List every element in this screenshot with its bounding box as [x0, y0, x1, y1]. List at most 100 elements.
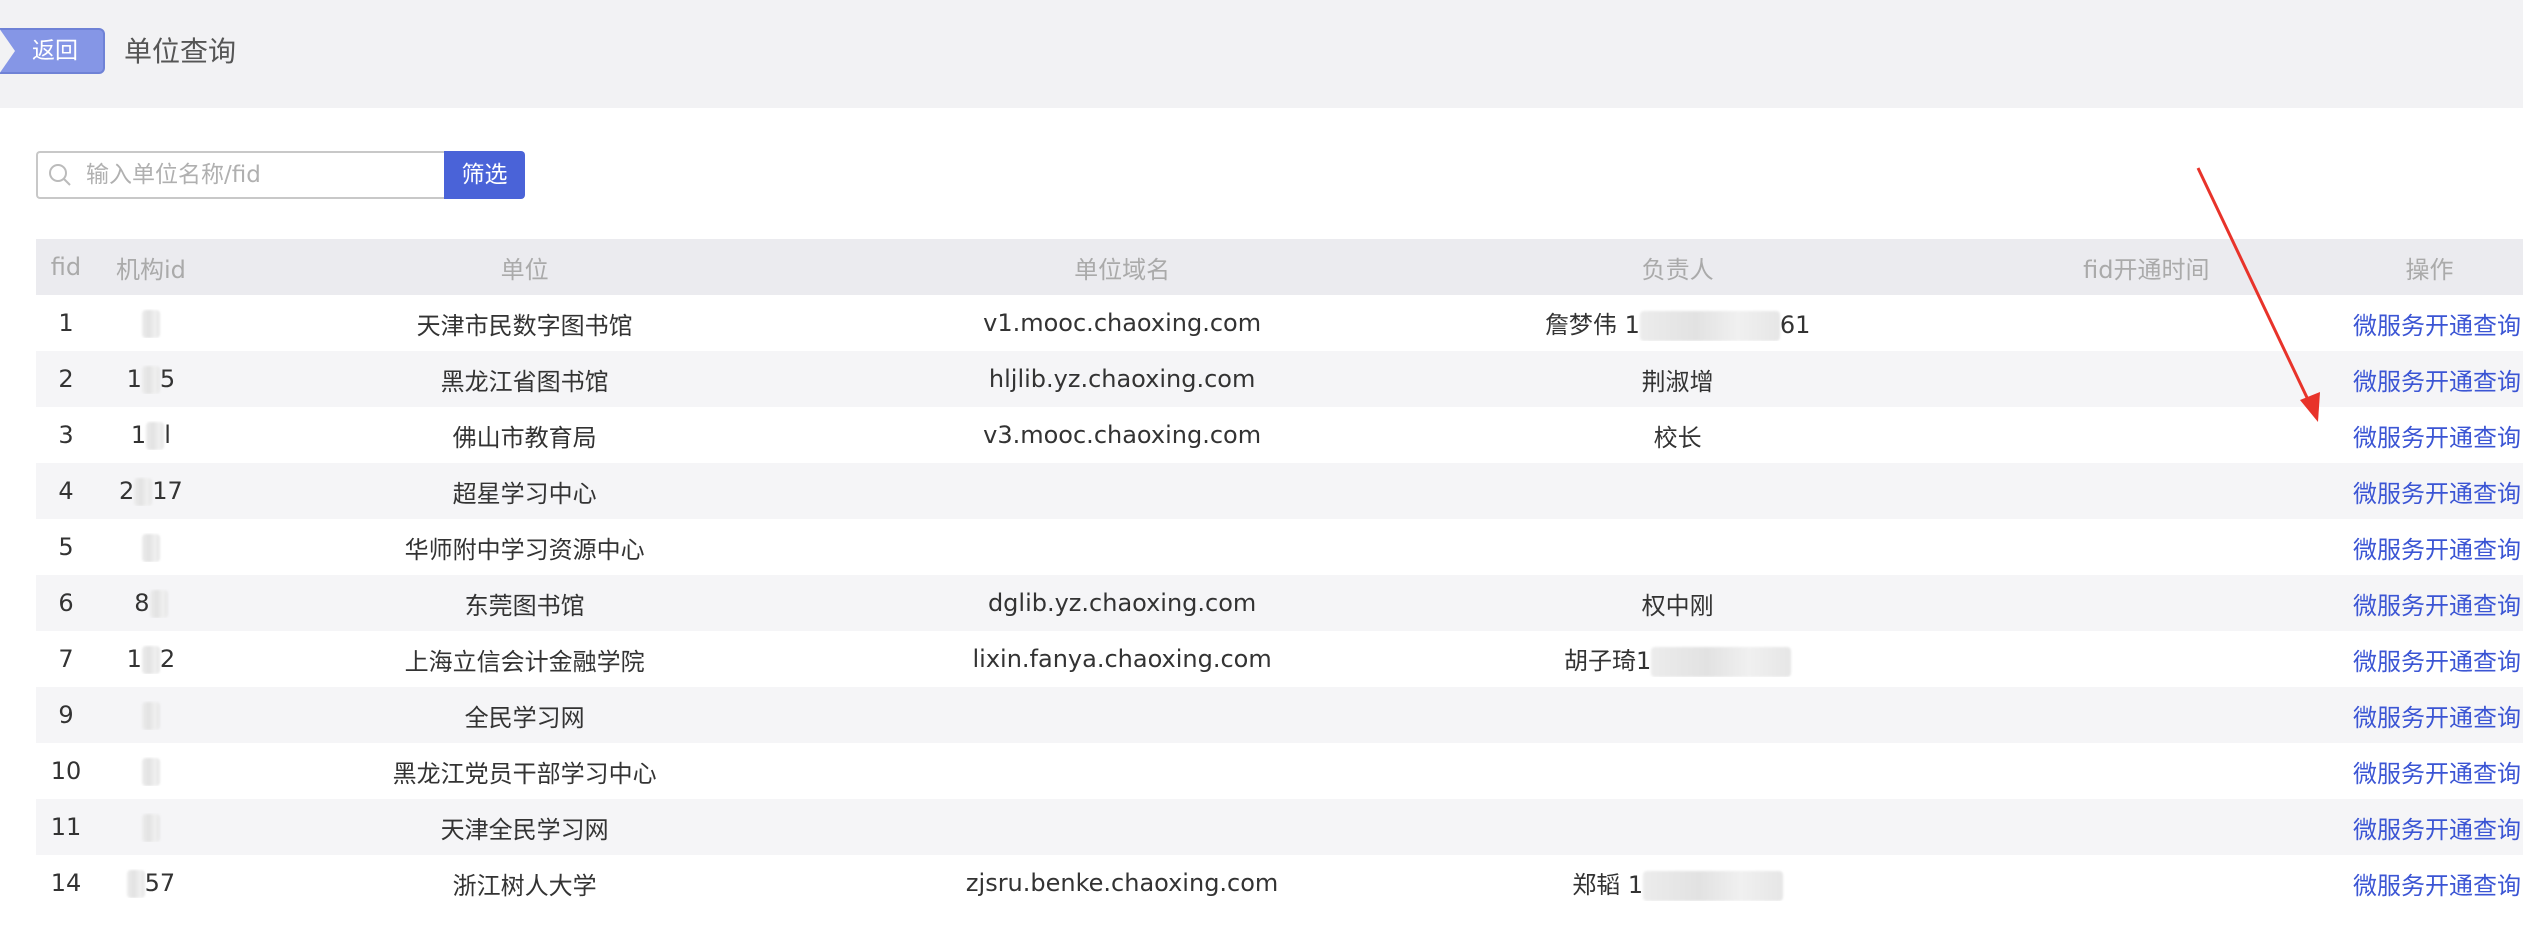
search-box: [36, 151, 444, 199]
microservice-query-link[interactable]: 微服务开通查询: [2353, 704, 2521, 732]
microservice-query-link[interactable]: 微服务开通查询: [2353, 312, 2521, 340]
cell-org-id: 1l: [96, 421, 206, 450]
redacted-mask: [141, 701, 160, 730]
cell-action: 微服务开通查询: [2338, 586, 2523, 621]
filter-button[interactable]: 筛选: [444, 151, 525, 199]
cell-domain: dglib.yz.chaoxing.com: [843, 589, 1401, 617]
owner-name: 胡子琦1: [1564, 647, 1652, 675]
unit-name: 天津市民数字图书馆: [416, 311, 633, 340]
cell-unit: 全民学习网: [206, 698, 843, 733]
owner-tail: 61: [1779, 311, 1811, 339]
cell-owner: 詹梦伟 1 61: [1401, 305, 1955, 341]
column-header-fid: fid: [50, 253, 82, 281]
cell-action: 微服务开通查询: [2338, 698, 2523, 733]
fid-value: 11: [50, 813, 82, 841]
redacted-mask: [146, 421, 165, 450]
table-header-row: fid 机构id 单位 单位域名 负责人 fid开通时间 操作: [36, 239, 2523, 295]
redacted-mask: [134, 477, 153, 506]
microservice-query-link[interactable]: 微服务开通查询: [2353, 592, 2521, 620]
search-input[interactable]: [86, 157, 436, 193]
unit-domain: dglib.yz.chaoxing.com: [987, 589, 1257, 617]
unit-domain: v3.mooc.chaoxing.com: [983, 421, 1262, 449]
redacted-mask: [141, 757, 160, 786]
table-row: 14 57 浙江树人大学 zjsru.benke.chaoxing.com 郑韬 1 微服…: [36, 855, 2523, 911]
microservice-query-link[interactable]: 微服务开通查询: [2353, 536, 2521, 564]
fid-value: 2: [58, 365, 74, 393]
redacted-mask: [149, 589, 168, 618]
page-header: 返回 单位查询: [0, 0, 2523, 108]
cell-action: 微服务开通查询: [2338, 810, 2523, 845]
unit-domain: zjsru.benke.chaoxing.com: [965, 869, 1279, 897]
table-row: 3 1 l 佛山市教育局 v3.mooc.chaoxing.com 校长 微服务开通查询: [36, 407, 2523, 463]
fid-value: 14: [50, 869, 82, 897]
table-row: 1 天津市民数字图书馆 v1.mooc.chaoxing.com 詹梦伟 1 61 微服务…: [36, 295, 2523, 351]
page-title: 单位查询: [124, 35, 237, 68]
org-id-value: 2: [118, 476, 135, 505]
redacted-mask: [141, 645, 160, 674]
units-table: fid 机构id 单位 单位域名 负责人 fid开通时间 操作 1 天津市民数字图…: [36, 239, 2523, 911]
org-id-tail: 2: [159, 644, 176, 673]
cell-fid: 2: [36, 365, 96, 393]
cell-domain: hljlib.yz.chaoxing.com: [843, 365, 1401, 393]
microservice-query-link[interactable]: 微服务开通查询: [2353, 480, 2521, 508]
cell-action: 微服务开通查询: [2338, 306, 2523, 341]
cell-org-id: 2 17: [96, 477, 206, 506]
org-id-tail: 57: [144, 868, 176, 897]
cell-org-id: [96, 757, 206, 786]
cell-fid: 1: [36, 309, 96, 337]
cell-unit: 超星学习中心: [206, 474, 843, 509]
unit-domain: lixin.fanya.chaoxing.com: [972, 645, 1272, 673]
owner-name: 荆淑增: [1641, 367, 1714, 396]
unit-name: 超星学习中心: [452, 479, 597, 508]
cell-org-id: 15: [96, 365, 206, 394]
fid-value: 6: [58, 589, 74, 617]
search-icon: [49, 164, 71, 186]
unit-name: 天津全民学习网: [440, 815, 609, 844]
fid-value: 3: [58, 421, 74, 449]
cell-owner: 权中刚: [1401, 586, 1955, 621]
cell-action: 微服务开通查询: [2338, 474, 2523, 509]
table-row: 2 1 5 黑龙江省图书馆 hljlib.yz.chaoxing.com 荆淑增 微服务开通…: [36, 351, 2523, 407]
cell-unit: 东莞图书馆: [206, 586, 843, 621]
cell-owner: 校长: [1401, 418, 1955, 453]
cell-unit: 华师附中学习资源中心: [206, 530, 843, 565]
cell-action: 微服务开通查询: [2338, 754, 2523, 789]
unit-domain: v1.mooc.chaoxing.com: [983, 309, 1262, 337]
owner-name: 权中刚: [1641, 591, 1714, 620]
unit-name: 黑龙江党员干部学习中心: [392, 759, 657, 788]
fid-value: 4: [58, 477, 74, 505]
microservice-query-link[interactable]: 微服务开通查询: [2353, 816, 2521, 844]
table-row: 6 8 东莞图书馆 dglib.yz.chaoxing.com 权中刚 微服务开通查询: [36, 575, 2523, 631]
fid-value: 5: [58, 533, 74, 561]
cell-owner: 胡子琦1: [1401, 641, 1955, 677]
redacted-mask: [141, 813, 160, 842]
unit-name: 佛山市教育局: [452, 423, 597, 452]
cell-domain: v1.mooc.chaoxing.com: [843, 309, 1401, 337]
cell-unit: 黑龙江省图书馆: [206, 362, 843, 397]
microservice-query-link[interactable]: 微服务开通查询: [2353, 648, 2521, 676]
microservice-query-link[interactable]: 微服务开通查询: [2353, 872, 2521, 900]
column-header-unit: 单位: [500, 255, 549, 284]
back-button[interactable]: 返回: [0, 28, 105, 74]
cell-unit: 浙江树人大学: [206, 866, 843, 901]
table-row: 10 黑龙江党员干部学习中心 微服务开通查询: [36, 743, 2523, 799]
microservice-query-link[interactable]: 微服务开通查询: [2353, 368, 2521, 396]
microservice-query-link[interactable]: 微服务开通查询: [2353, 424, 2521, 452]
column-header-domain: 单位域名: [1074, 255, 1171, 284]
microservice-query-link[interactable]: 微服务开通查询: [2353, 760, 2521, 788]
cell-action: 微服务开通查询: [2338, 362, 2523, 397]
fid-value: 7: [58, 645, 74, 673]
cell-unit: 天津市民数字图书馆: [206, 306, 843, 341]
cell-domain: lixin.fanya.chaoxing.com: [843, 645, 1401, 673]
unit-name: 全民学习网: [464, 703, 585, 732]
redacted-mask: [1651, 647, 1792, 677]
owner-name: 校长: [1653, 423, 1702, 452]
org-id-tail: 17: [152, 476, 183, 505]
redacted-mask: [1643, 871, 1784, 901]
cell-unit: 佛山市教育局: [206, 418, 843, 453]
table-row: 11 天津全民学习网 微服务开通查询: [36, 799, 2523, 855]
cell-fid: 6: [36, 589, 96, 617]
cell-fid: 4: [36, 477, 96, 505]
cell-fid: 11: [36, 813, 96, 841]
unit-name: 东莞图书馆: [464, 591, 585, 620]
